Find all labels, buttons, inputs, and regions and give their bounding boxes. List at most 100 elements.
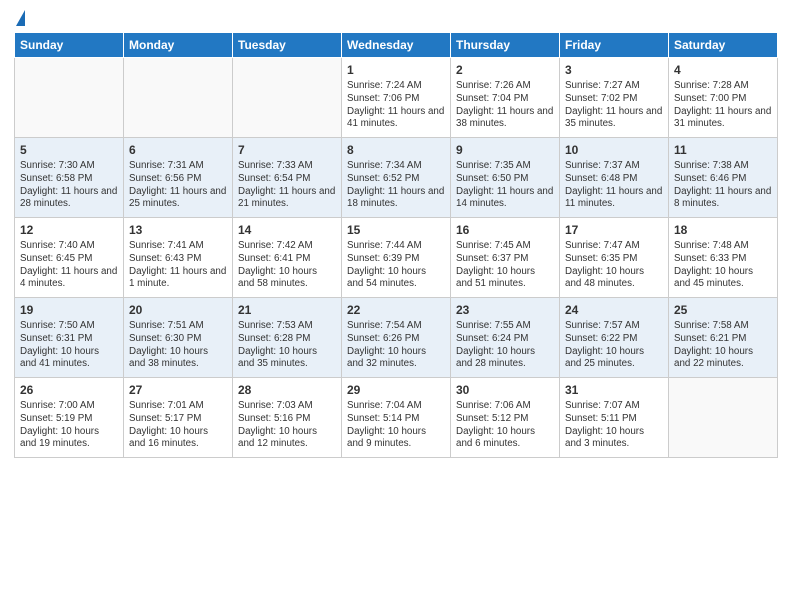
day-number: 18 <box>674 222 772 238</box>
weekday-header-tuesday: Tuesday <box>233 33 342 58</box>
day-number: 13 <box>129 222 227 238</box>
day-number: 26 <box>20 382 118 398</box>
calendar-cell: 5 Sunrise: 7:30 AMSunset: 6:58 PMDaylight… <box>15 138 124 218</box>
day-number: 15 <box>347 222 445 238</box>
weekday-header-thursday: Thursday <box>451 33 560 58</box>
day-info: Sunrise: 7:53 AMSunset: 6:28 PMDaylight:… <box>238 320 336 371</box>
calendar-table: SundayMondayTuesdayWednesdayThursdayFrid… <box>14 32 778 458</box>
day-info: Sunrise: 7:27 AMSunset: 7:02 PMDaylight:… <box>565 80 663 131</box>
calendar-cell: 19 Sunrise: 7:50 AMSunset: 6:31 PMDayligh… <box>15 298 124 378</box>
calendar-cell: 23 Sunrise: 7:55 AMSunset: 6:24 PMDayligh… <box>451 298 560 378</box>
calendar-cell: 8Sunrise: 7:34 AMSunset: 6:52 PMDaylight… <box>342 138 451 218</box>
day-number: 4 <box>674 62 772 78</box>
day-number: 30 <box>456 382 554 398</box>
day-info: Sunrise: 7:24 AMSunset: 7:06 PMDaylight:… <box>347 80 445 131</box>
calendar-cell <box>233 58 342 138</box>
calendar-week-row: 12Sunrise: 7:40 AMSunset: 6:45 PMDayligh… <box>15 218 778 298</box>
day-info: Sunrise: 7:47 AMSunset: 6:35 PMDaylight:… <box>565 240 663 291</box>
calendar-cell: 4 Sunrise: 7:28 AMSunset: 7:00 PMDaylight… <box>669 58 778 138</box>
calendar-week-row: 26 Sunrise: 7:00 AMSunset: 5:19 PMDayligh… <box>15 378 778 458</box>
calendar-week-row: 5 Sunrise: 7:30 AMSunset: 6:58 PMDaylight… <box>15 138 778 218</box>
calendar-cell: 13 Sunrise: 7:41 AMSunset: 6:43 PMDayligh… <box>124 218 233 298</box>
day-number: 20 <box>129 302 227 318</box>
calendar-header-row: SundayMondayTuesdayWednesdayThursdayFrid… <box>15 33 778 58</box>
day-info: Sunrise: 7:34 AMSunset: 6:52 PMDaylight:… <box>347 160 445 211</box>
day-info: Sunrise: 7:45 AMSunset: 6:37 PMDaylight:… <box>456 240 554 291</box>
calendar-cell: 24Sunrise: 7:57 AMSunset: 6:22 PMDayligh… <box>560 298 669 378</box>
day-number: 27 <box>129 382 227 398</box>
calendar-cell: 29 Sunrise: 7:04 AMSunset: 5:14 PMDayligh… <box>342 378 451 458</box>
calendar-cell: 25 Sunrise: 7:58 AMSunset: 6:21 PMDayligh… <box>669 298 778 378</box>
calendar-cell <box>124 58 233 138</box>
day-number: 11 <box>674 142 772 158</box>
day-number: 7 <box>238 142 336 158</box>
weekday-header-saturday: Saturday <box>669 33 778 58</box>
calendar-cell: 7 Sunrise: 7:33 AMSunset: 6:54 PMDaylight… <box>233 138 342 218</box>
day-info: Sunrise: 7:44 AMSunset: 6:39 PMDaylight:… <box>347 240 445 291</box>
day-info: Sunrise: 7:55 AMSunset: 6:24 PMDaylight:… <box>456 320 554 371</box>
logo-triangle-icon <box>16 10 25 26</box>
day-number: 22 <box>347 302 445 318</box>
day-info: Sunrise: 7:03 AMSunset: 5:16 PMDaylight:… <box>238 400 336 451</box>
day-info: Sunrise: 7:26 AMSunset: 7:04 PMDaylight:… <box>456 80 554 131</box>
calendar-cell <box>15 58 124 138</box>
calendar-cell: 22 Sunrise: 7:54 AMSunset: 6:26 PMDayligh… <box>342 298 451 378</box>
day-info: Sunrise: 7:28 AMSunset: 7:00 PMDaylight:… <box>674 80 772 131</box>
day-info: Sunrise: 7:58 AMSunset: 6:21 PMDaylight:… <box>674 320 772 371</box>
day-number: 23 <box>456 302 554 318</box>
day-number: 31 <box>565 382 663 398</box>
calendar-week-row: 1 Sunrise: 7:24 AMSunset: 7:06 PMDaylight… <box>15 58 778 138</box>
day-number: 14 <box>238 222 336 238</box>
day-number: 3 <box>565 62 663 78</box>
weekday-header-sunday: Sunday <box>15 33 124 58</box>
day-info: Sunrise: 7:51 AMSunset: 6:30 PMDaylight:… <box>129 320 227 371</box>
day-info: Sunrise: 7:01 AMSunset: 5:17 PMDaylight:… <box>129 400 227 451</box>
calendar-cell: 26 Sunrise: 7:00 AMSunset: 5:19 PMDayligh… <box>15 378 124 458</box>
day-info: Sunrise: 7:41 AMSunset: 6:43 PMDaylight:… <box>129 240 227 291</box>
day-number: 9 <box>456 142 554 158</box>
calendar-cell: 12Sunrise: 7:40 AMSunset: 6:45 PMDayligh… <box>15 218 124 298</box>
calendar-cell: 31Sunrise: 7:07 AMSunset: 5:11 PMDayligh… <box>560 378 669 458</box>
day-info: Sunrise: 7:40 AMSunset: 6:45 PMDaylight:… <box>20 240 118 291</box>
day-info: Sunrise: 7:06 AMSunset: 5:12 PMDaylight:… <box>456 400 554 451</box>
day-info: Sunrise: 7:04 AMSunset: 5:14 PMDaylight:… <box>347 400 445 451</box>
calendar-cell: 14 Sunrise: 7:42 AMSunset: 6:41 PMDayligh… <box>233 218 342 298</box>
calendar-cell: 21 Sunrise: 7:53 AMSunset: 6:28 PMDayligh… <box>233 298 342 378</box>
day-number: 5 <box>20 142 118 158</box>
calendar-cell: 11 Sunrise: 7:38 AMSunset: 6:46 PMDayligh… <box>669 138 778 218</box>
calendar-cell: 28 Sunrise: 7:03 AMSunset: 5:16 PMDayligh… <box>233 378 342 458</box>
calendar-cell: 10 Sunrise: 7:37 AMSunset: 6:48 PMDayligh… <box>560 138 669 218</box>
day-info: Sunrise: 7:31 AMSunset: 6:56 PMDaylight:… <box>129 160 227 211</box>
day-number: 10 <box>565 142 663 158</box>
day-number: 28 <box>238 382 336 398</box>
calendar-cell: 18 Sunrise: 7:48 AMSunset: 6:33 PMDayligh… <box>669 218 778 298</box>
logo <box>14 10 25 28</box>
calendar-cell: 1 Sunrise: 7:24 AMSunset: 7:06 PMDaylight… <box>342 58 451 138</box>
weekday-header-wednesday: Wednesday <box>342 33 451 58</box>
page-header <box>14 10 778 28</box>
day-info: Sunrise: 7:50 AMSunset: 6:31 PMDaylight:… <box>20 320 118 371</box>
day-number: 21 <box>238 302 336 318</box>
calendar-cell: 9 Sunrise: 7:35 AMSunset: 6:50 PMDaylight… <box>451 138 560 218</box>
calendar-cell <box>669 378 778 458</box>
calendar-cell: 20 Sunrise: 7:51 AMSunset: 6:30 PMDayligh… <box>124 298 233 378</box>
day-number: 29 <box>347 382 445 398</box>
day-number: 2 <box>456 62 554 78</box>
day-number: 19 <box>20 302 118 318</box>
day-info: Sunrise: 7:57 AMSunset: 6:22 PMDaylight:… <box>565 320 663 371</box>
calendar-cell: 15 Sunrise: 7:44 AMSunset: 6:39 PMDayligh… <box>342 218 451 298</box>
day-number: 25 <box>674 302 772 318</box>
day-info: Sunrise: 7:33 AMSunset: 6:54 PMDaylight:… <box>238 160 336 211</box>
day-info: Sunrise: 7:30 AMSunset: 6:58 PMDaylight:… <box>20 160 118 211</box>
day-info: Sunrise: 7:38 AMSunset: 6:46 PMDaylight:… <box>674 160 772 211</box>
calendar-cell: 3 Sunrise: 7:27 AMSunset: 7:02 PMDaylight… <box>560 58 669 138</box>
weekday-header-friday: Friday <box>560 33 669 58</box>
day-info: Sunrise: 7:42 AMSunset: 6:41 PMDaylight:… <box>238 240 336 291</box>
day-info: Sunrise: 7:54 AMSunset: 6:26 PMDaylight:… <box>347 320 445 371</box>
day-info: Sunrise: 7:37 AMSunset: 6:48 PMDaylight:… <box>565 160 663 211</box>
day-info: Sunrise: 7:35 AMSunset: 6:50 PMDaylight:… <box>456 160 554 211</box>
day-number: 1 <box>347 62 445 78</box>
day-info: Sunrise: 7:00 AMSunset: 5:19 PMDaylight:… <box>20 400 118 451</box>
calendar-cell: 27 Sunrise: 7:01 AMSunset: 5:17 PMDayligh… <box>124 378 233 458</box>
day-info: Sunrise: 7:48 AMSunset: 6:33 PMDaylight:… <box>674 240 772 291</box>
